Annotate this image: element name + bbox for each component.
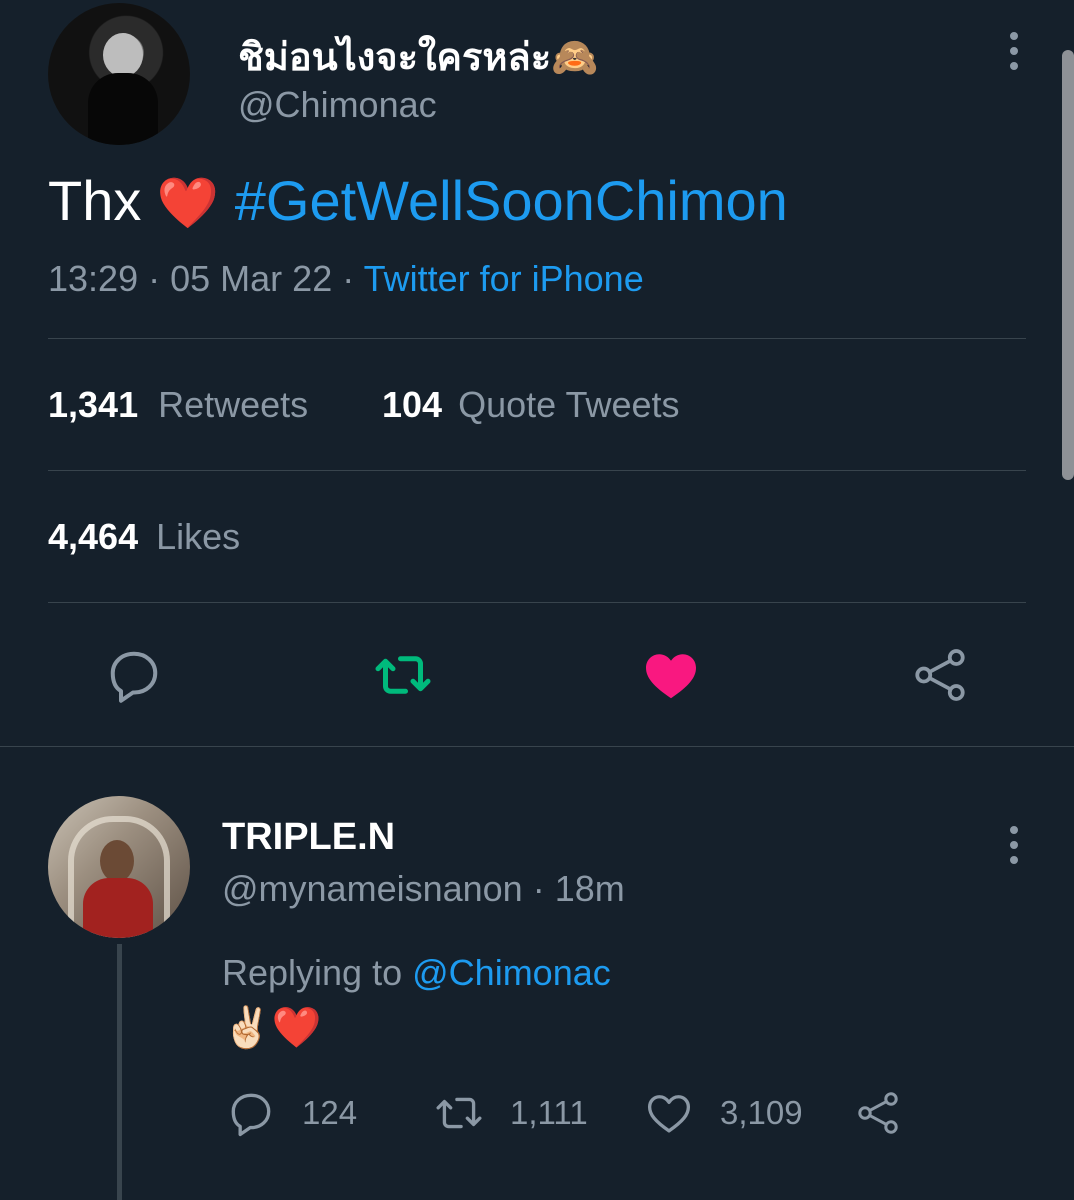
reply-reply-button[interactable]: 124 [226,1088,357,1138]
tweet-time[interactable]: 13:29 [48,258,138,299]
reply-icon [110,651,158,703]
likes-count: 4,464 [48,516,139,557]
reply-reply-count: 124 [302,1094,358,1131]
share-button[interactable] [910,645,970,705]
tweet-text-plain: Thx [48,169,142,232]
reply-share-button[interactable] [854,1088,902,1138]
tweet-date[interactable]: 05 Mar 22 [170,258,332,299]
tweet-meta: 13:29 · 05 Mar 22 · Twitter for iPhone [48,258,644,300]
divider [48,470,1026,471]
like-button[interactable] [640,645,702,705]
tweet-source-link[interactable]: Twitter for iPhone [364,258,644,299]
reply-author-avatar[interactable] [48,796,190,938]
retweets-label: Retweets [158,384,309,425]
reply-author-meta: @mynameisnanon · 18m [222,868,625,910]
retweet-icon [436,1097,482,1129]
divider [48,602,1026,603]
divider [48,338,1026,339]
retweet-button[interactable] [372,645,434,705]
more-vertical-icon[interactable] [1010,826,1022,871]
share-icon [915,649,965,701]
retweets-count: 1,341 [48,384,139,425]
section-divider [0,746,1074,747]
author-handle[interactable]: @Chimonac [238,84,437,126]
meta-separator: · [532,868,545,909]
hashtag-link[interactable]: #GetWellSoonChimon [235,169,788,232]
reply-text: ✌🏻❤️ [222,1006,322,1050]
scrollbar[interactable] [1062,50,1074,480]
heart-icon [646,654,696,699]
reply-retweet-count: 1,111 [510,1094,588,1131]
author-avatar[interactable] [48,3,190,145]
author-display-name[interactable]: ชิม่อนไงจะใครหล่ะ🙈 [238,26,598,87]
reply-button[interactable] [104,645,164,705]
reply-like-count: 3,109 [720,1094,803,1131]
share-icon [858,1092,898,1134]
meta-separator: · [148,258,161,299]
reply-like-button[interactable]: 3,109 [644,1088,803,1138]
tweet-text: Thx ❤️ #GetWellSoonChimon [48,168,788,233]
quotes-stat[interactable]: 104 Quote Tweets [382,384,680,426]
reply-author-handle[interactable]: @mynameisnanon [222,868,523,909]
reply-time[interactable]: 18m [555,868,625,909]
tweet-text-emoji: ❤️ [156,175,220,231]
likes-label: Likes [156,516,241,557]
reply-retweet-button[interactable]: 1,111 [432,1088,588,1138]
more-vertical-icon[interactable] [1010,32,1022,77]
reply-icon [231,1093,271,1137]
retweets-stat[interactable]: 1,341 Retweets [48,384,308,426]
thread-line [117,944,122,1200]
likes-stat[interactable]: 4,464 Likes [48,516,240,558]
quotes-count: 104 [382,384,443,425]
replying-to: Replying to @Chimonac [222,952,611,994]
replying-prefix: Replying to [222,952,403,993]
reply-author-display-name[interactable]: TRIPLE.N [222,816,395,859]
quotes-label: Quote Tweets [458,384,680,425]
retweet-icon [375,656,431,694]
replying-to-link[interactable]: @Chimonac [412,952,611,993]
heart-icon [647,1095,691,1133]
meta-separator: · [342,258,355,299]
